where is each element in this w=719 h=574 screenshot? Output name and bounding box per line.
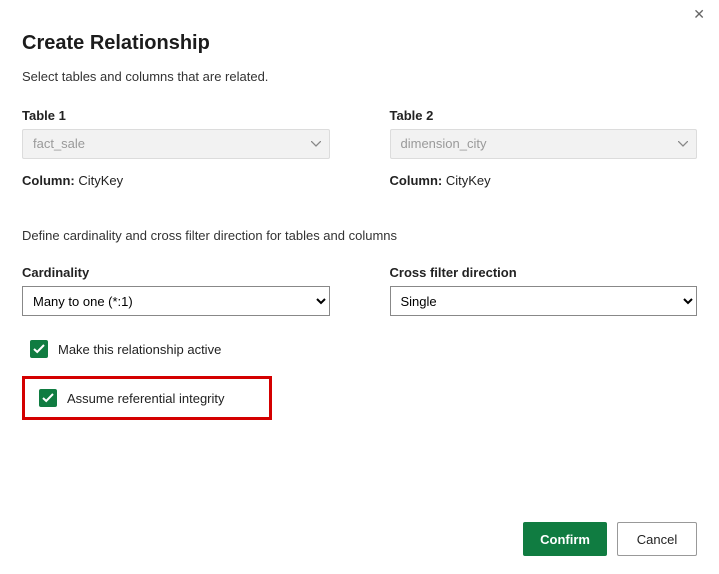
active-checkbox-row[interactable]: Make this relationship active	[22, 340, 697, 358]
active-checkbox-label: Make this relationship active	[58, 342, 221, 357]
cardinality-select[interactable]: Many to one (*:1)	[22, 286, 330, 316]
cardinality-helper: Define cardinality and cross filter dire…	[22, 228, 697, 243]
table1-select[interactable]: fact_sale	[22, 129, 330, 159]
table1-column-value: CityKey	[78, 173, 123, 188]
table2-select-value: dimension_city	[401, 136, 487, 151]
crossfilter-select[interactable]: Single	[390, 286, 698, 316]
dialog-title: Create Relationship	[22, 32, 697, 55]
dialog-subtitle: Select tables and columns that are relat…	[22, 69, 697, 84]
table1-column: Table 1 fact_sale Column: CityKey	[22, 108, 330, 188]
tables-row: Table 1 fact_sale Column: CityKey Table …	[22, 108, 697, 188]
close-icon[interactable]: ✕	[693, 6, 705, 23]
crossfilter-label: Cross filter direction	[390, 265, 698, 280]
chevron-down-icon	[678, 141, 688, 147]
integrity-checkbox-row[interactable]: Assume referential integrity	[22, 376, 272, 420]
table2-column-meta: Column: CityKey	[390, 173, 698, 188]
cardinality-label: Cardinality	[22, 265, 330, 280]
table1-column-meta: Column: CityKey	[22, 173, 330, 188]
table2-select[interactable]: dimension_city	[390, 129, 698, 159]
integrity-checkbox-label: Assume referential integrity	[67, 391, 225, 406]
crossfilter-column: Cross filter direction Single	[390, 265, 698, 316]
table2-column-label: Column:	[390, 173, 443, 188]
chevron-down-icon	[311, 141, 321, 147]
table2-column: Table 2 dimension_city Column: CityKey	[390, 108, 698, 188]
table2-column-value: CityKey	[446, 173, 491, 188]
create-relationship-dialog: ✕ Create Relationship Select tables and …	[0, 0, 719, 442]
table1-label: Table 1	[22, 108, 330, 123]
confirm-button[interactable]: Confirm	[523, 522, 607, 556]
table1-column-label: Column:	[22, 173, 75, 188]
dialog-footer: Confirm Cancel	[523, 522, 697, 556]
checkbox-checked-icon	[39, 389, 57, 407]
table1-select-value: fact_sale	[33, 136, 85, 151]
cardinality-row: Cardinality Many to one (*:1) Cross filt…	[22, 265, 697, 316]
checkbox-checked-icon	[30, 340, 48, 358]
cancel-button[interactable]: Cancel	[617, 522, 697, 556]
cardinality-column: Cardinality Many to one (*:1)	[22, 265, 330, 316]
table2-label: Table 2	[390, 108, 698, 123]
